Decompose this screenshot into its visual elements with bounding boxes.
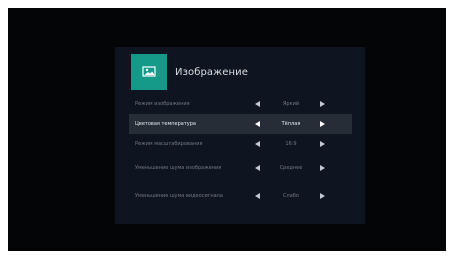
setting-row-picture-noise-reduction[interactable]: Уменьшение шума изображения Среднее <box>129 154 352 182</box>
arrow-right-icon[interactable] <box>320 193 325 199</box>
arrow-left-icon[interactable] <box>255 165 260 171</box>
setting-value: Среднее <box>279 165 303 171</box>
setting-row-zoom-mode[interactable]: Режим масштабирования 16:9 <box>129 134 352 154</box>
arrow-right-icon[interactable] <box>320 121 325 127</box>
setting-row-video-noise-reduction[interactable]: Уменьшение шума видеосигнала Слабо <box>129 182 352 210</box>
tv-screen: Изображение Режим изображения Яркий Цвет… <box>8 8 446 251</box>
panel-header: Изображение <box>131 54 248 90</box>
arrow-left-icon[interactable] <box>255 121 260 127</box>
arrow-left-icon[interactable] <box>255 141 260 147</box>
page-title: Изображение <box>175 66 249 78</box>
setting-row-picture-mode[interactable]: Режим изображения Яркий <box>129 94 352 114</box>
setting-label: Уменьшение шума видеосигнала <box>135 192 223 199</box>
setting-value: 16:9 <box>285 141 297 147</box>
setting-label: Цветовая температура <box>135 120 196 127</box>
setting-value: Яркий <box>282 101 300 107</box>
setting-value: Тёплая <box>281 121 301 127</box>
setting-row-color-temperature[interactable]: Цветовая температура Тёплая <box>129 114 352 134</box>
setting-label: Режим масштабирования <box>135 140 203 147</box>
settings-panel: Изображение Режим изображения Яркий Цвет… <box>115 47 365 224</box>
setting-label: Режим изображения <box>135 100 190 107</box>
arrow-right-icon[interactable] <box>320 141 325 147</box>
arrow-right-icon[interactable] <box>320 101 325 107</box>
settings-list: Режим изображения Яркий Цветовая темпера… <box>129 94 352 210</box>
setting-label: Уменьшение шума изображения <box>135 164 222 171</box>
arrow-left-icon[interactable] <box>255 193 260 199</box>
arrow-left-icon[interactable] <box>255 101 260 107</box>
setting-value: Слабо <box>283 193 299 199</box>
picture-icon <box>131 54 167 90</box>
arrow-right-icon[interactable] <box>320 165 325 171</box>
